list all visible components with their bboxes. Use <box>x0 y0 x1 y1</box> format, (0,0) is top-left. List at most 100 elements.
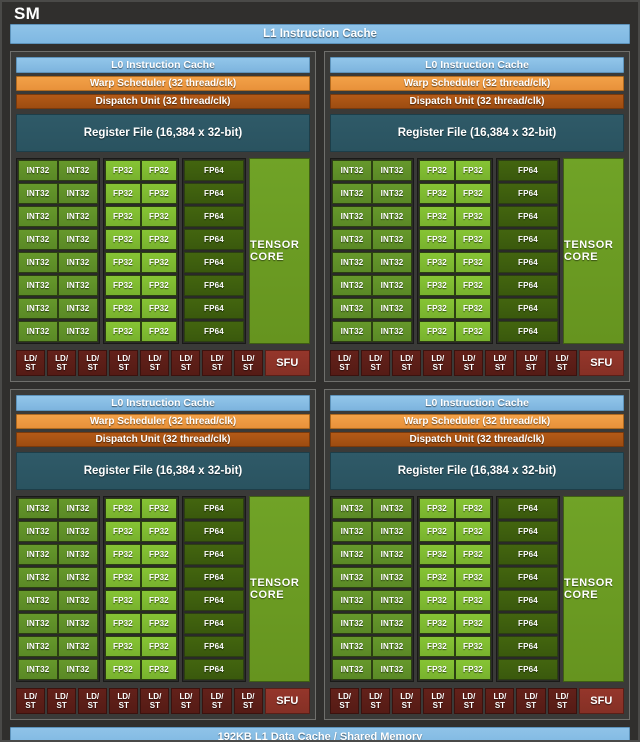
fp32-unit: FP32 <box>141 544 177 565</box>
int32-unit: INT32 <box>372 659 412 680</box>
ldst-label-line2: ST <box>339 701 350 710</box>
int32-unit: INT32 <box>372 590 412 611</box>
fp32-group: FP32 FP32 FP32 FP32 FP32 FP32 FP32 FP32 FP32 FP32… <box>103 158 179 344</box>
ldst-label-line2: ST <box>87 363 98 372</box>
ldst-label-line1: LD/ <box>524 692 538 701</box>
int32-unit: INT32 <box>372 275 412 296</box>
sm-diagram: SM L1 Instruction Cache L0 Instruction C… <box>0 0 640 742</box>
int32-unit: INT32 <box>372 229 412 250</box>
fp32-column: FP32 FP32 FP32 FP32 FP32 FP32 FP32 FP32 <box>141 498 177 680</box>
int32-unit: INT32 <box>18 298 58 319</box>
int32-unit: INT32 <box>372 498 412 519</box>
ldst-sfu-row: LD/ST LD/ST LD/ST LD/ST LD/ST LD/ST LD/ST LD/ST… <box>330 350 624 376</box>
int32-unit: INT32 <box>372 521 412 542</box>
tensor-core: TENSOR CORE <box>563 496 624 682</box>
ldst-label-line2: ST <box>56 363 67 372</box>
ldst-unit: LD/ST <box>140 688 170 714</box>
int32-unit: INT32 <box>58 659 98 680</box>
int32-unit: INT32 <box>372 613 412 634</box>
fp32-unit: FP32 <box>105 590 141 611</box>
ldst-unit: LD/ST <box>516 350 546 376</box>
fp64-unit: FP64 <box>184 298 244 319</box>
l0-instruction-cache: L0 Instruction Cache <box>16 395 310 411</box>
int32-column: INT32 INT32 INT32 INT32 INT32 INT32 INT32 INT32 <box>332 498 372 680</box>
int32-unit: INT32 <box>58 590 98 611</box>
fp32-unit: FP32 <box>455 275 491 296</box>
fp64-group: FP64 FP64 FP64 FP64 FP64 FP64 FP64 FP64 <box>182 158 246 344</box>
ldst-sfu-row: LD/ST LD/ST LD/ST LD/ST LD/ST LD/ST LD/ST LD/ST… <box>330 688 624 714</box>
fp64-unit: FP64 <box>184 544 244 565</box>
ldst-unit: LD/ST <box>392 350 422 376</box>
fp64-group: FP64 FP64 FP64 FP64 FP64 FP64 FP64 FP64 <box>496 158 560 344</box>
ldst-unit: LD/ST <box>330 350 360 376</box>
ldst-label-line1: LD/ <box>462 692 476 701</box>
sfu-unit: SFU <box>578 350 624 376</box>
fp64-unit: FP64 <box>184 590 244 611</box>
fp64-unit: FP64 <box>184 206 244 227</box>
ldst-label-line2: ST <box>149 701 160 710</box>
fp32-unit: FP32 <box>455 498 491 519</box>
ldst-label-line2: ST <box>149 363 160 372</box>
int32-unit: INT32 <box>332 321 372 342</box>
register-file: Register File (16,384 x 32-bit) <box>16 452 310 490</box>
int32-unit: INT32 <box>18 567 58 588</box>
ldst-label-line1: LD/ <box>210 692 224 701</box>
int32-unit: INT32 <box>18 321 58 342</box>
ldst-label-line1: LD/ <box>241 692 255 701</box>
int32-group: INT32 INT32 INT32 INT32 INT32 INT32 INT32 INT32… <box>330 158 414 344</box>
fp32-unit: FP32 <box>419 160 455 181</box>
ldst-label-line2: ST <box>25 363 36 372</box>
int32-unit: INT32 <box>332 544 372 565</box>
int32-unit: INT32 <box>332 590 372 611</box>
ldst-unit: LD/ST <box>485 688 515 714</box>
tensor-core: TENSOR CORE <box>563 158 624 344</box>
processing-block: L0 Instruction Cache Warp Scheduler (32 t… <box>324 389 630 720</box>
fp32-unit: FP32 <box>105 229 141 250</box>
tensor-core: TENSOR CORE <box>249 158 310 344</box>
fp32-unit: FP32 <box>141 206 177 227</box>
fp32-unit: FP32 <box>455 521 491 542</box>
sfu-unit: SFU <box>578 688 624 714</box>
l0-instruction-cache: L0 Instruction Cache <box>330 57 624 73</box>
ldst-label-line1: LD/ <box>241 354 255 363</box>
fp64-unit: FP64 <box>184 229 244 250</box>
fp32-unit: FP32 <box>419 321 455 342</box>
int32-unit: INT32 <box>18 544 58 565</box>
ldst-unit: LD/ST <box>171 350 201 376</box>
int32-unit: INT32 <box>332 498 372 519</box>
int32-unit: INT32 <box>58 206 98 227</box>
fp32-group: FP32 FP32 FP32 FP32 FP32 FP32 FP32 FP32 FP32 FP32… <box>417 496 493 682</box>
l1-instruction-cache-block: L1 Instruction Cache <box>10 24 630 44</box>
fp32-unit: FP32 <box>105 659 141 680</box>
fp32-unit: FP32 <box>419 659 455 680</box>
fp64-unit: FP64 <box>184 613 244 634</box>
sfu-unit: SFU <box>264 688 310 714</box>
fp32-unit: FP32 <box>141 183 177 204</box>
fp32-column: FP32 FP32 FP32 FP32 FP32 FP32 FP32 FP32 <box>105 160 141 342</box>
ldst-unit: LD/ST <box>233 688 263 714</box>
fp64-unit: FP64 <box>498 659 558 680</box>
fp32-unit: FP32 <box>455 567 491 588</box>
ldst-unit: LD/ST <box>78 688 108 714</box>
int32-group: INT32 INT32 INT32 INT32 INT32 INT32 INT32 INT32… <box>330 496 414 682</box>
int32-unit: INT32 <box>332 567 372 588</box>
fp32-unit: FP32 <box>419 229 455 250</box>
fp32-unit: FP32 <box>141 567 177 588</box>
ldst-label-line2: ST <box>242 701 254 710</box>
int32-unit: INT32 <box>372 321 412 342</box>
register-file: Register File (16,384 x 32-bit) <box>16 114 310 152</box>
ldst-label-line1: LD/ <box>400 692 414 701</box>
ldst-unit: LD/ST <box>423 688 453 714</box>
fp32-unit: FP32 <box>455 544 491 565</box>
fp32-unit: FP32 <box>105 544 141 565</box>
ldst-label-line1: LD/ <box>338 354 351 363</box>
l0-instruction-cache: L0 Instruction Cache <box>16 57 310 73</box>
int32-unit: INT32 <box>58 321 98 342</box>
ldst-label-line1: LD/ <box>555 354 569 363</box>
ldst-unit: LD/ST <box>140 350 170 376</box>
warp-scheduler: Warp Scheduler (32 thread/clk) <box>330 76 624 91</box>
fp64-unit: FP64 <box>498 544 558 565</box>
warp-scheduler: Warp Scheduler (32 thread/clk) <box>16 414 310 429</box>
int32-unit: INT32 <box>58 252 98 273</box>
int32-unit: INT32 <box>18 613 58 634</box>
